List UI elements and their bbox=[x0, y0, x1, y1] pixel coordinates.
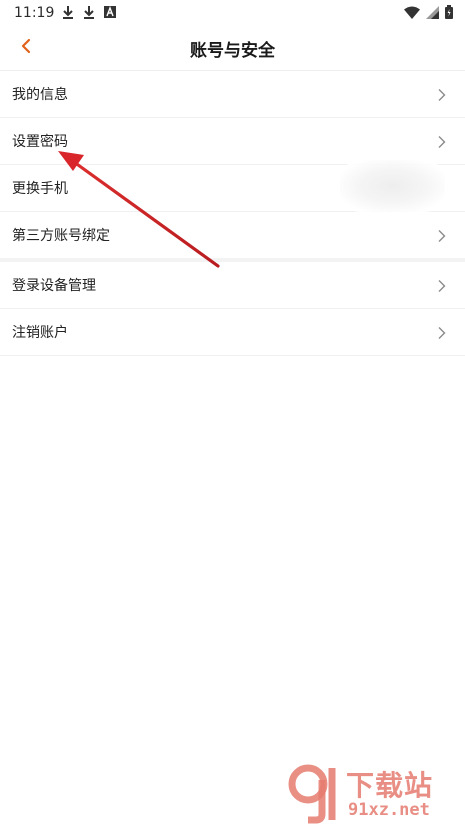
page-title: 账号与安全 bbox=[190, 41, 275, 61]
status-time: 11:19 bbox=[14, 5, 55, 21]
signal-icon bbox=[426, 5, 439, 23]
chevron-right-icon bbox=[437, 228, 447, 242]
wifi-icon bbox=[404, 6, 420, 23]
download-icon bbox=[83, 5, 95, 23]
screen: 11:19 账号与安全 我的信息 设置密码 更换手机 第三方账号绑定 登录设备管… bbox=[0, 0, 465, 828]
watermark: 下载站 91xz.net bbox=[286, 762, 461, 824]
row-label: 登录设备管理 bbox=[12, 278, 96, 294]
row-label: 注销账户 bbox=[12, 325, 68, 341]
row-third-party-binding[interactable]: 第三方账号绑定 bbox=[0, 212, 465, 262]
row-label: 更换手机 bbox=[12, 181, 68, 197]
row-label: 第三方账号绑定 bbox=[12, 228, 110, 244]
chevron-right-icon bbox=[437, 325, 447, 339]
download-icon bbox=[62, 5, 74, 23]
redacted-phone-number bbox=[340, 160, 445, 212]
row-label: 设置密码 bbox=[12, 134, 68, 150]
chevron-right-icon bbox=[437, 87, 447, 101]
row-set-password[interactable]: 设置密码 bbox=[0, 118, 465, 165]
battery-icon bbox=[445, 5, 453, 23]
chevron-right-icon bbox=[437, 278, 447, 292]
settings-list: 我的信息 设置密码 更换手机 第三方账号绑定 登录设备管理 注销账户 bbox=[0, 71, 465, 356]
status-notifications bbox=[62, 5, 116, 23]
watermark-logo-icon bbox=[288, 764, 336, 824]
status-system bbox=[404, 5, 453, 23]
watermark-title: 下载站 bbox=[346, 769, 434, 802]
row-label: 我的信息 bbox=[12, 87, 68, 103]
status-bar: 11:19 bbox=[0, 0, 465, 26]
header: 账号与安全 bbox=[0, 26, 465, 71]
watermark-url: 91xz.net bbox=[348, 800, 430, 820]
row-login-devices[interactable]: 登录设备管理 bbox=[0, 262, 465, 309]
row-my-info[interactable]: 我的信息 bbox=[0, 71, 465, 118]
chevron-right-icon bbox=[437, 134, 447, 148]
font-icon bbox=[104, 6, 116, 22]
row-delete-account[interactable]: 注销账户 bbox=[0, 309, 465, 356]
